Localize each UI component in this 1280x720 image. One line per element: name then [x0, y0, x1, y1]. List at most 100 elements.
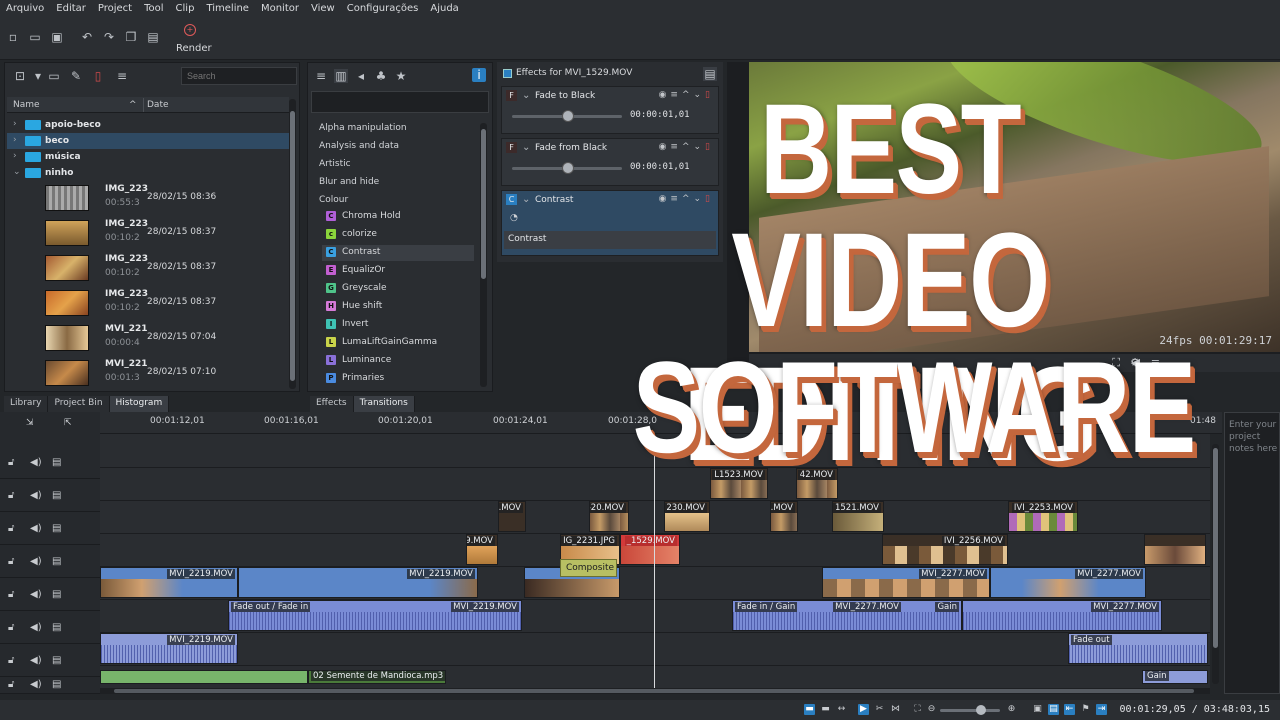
render-button[interactable]: Render	[176, 43, 212, 54]
menu-timeline[interactable]: Timeline	[200, 3, 255, 14]
info-icon[interactable]: i	[472, 68, 486, 82]
zoom-fit-icon[interactable]: ⇲	[26, 418, 34, 428]
mute-icon[interactable]: ◀)	[30, 490, 42, 501]
timeline-clip[interactable]: MVI_2277.MOV	[990, 567, 1146, 598]
lock-icon[interactable]: 🔓︎	[8, 523, 14, 534]
audio-clip[interactable]: MVI_2219.MOV	[100, 633, 238, 664]
edit-icon[interactable]: ✎	[69, 69, 83, 83]
ripple-icon[interactable]: ↔	[836, 704, 847, 715]
tab-histogram[interactable]: Histogram	[109, 396, 170, 412]
menu-icon[interactable]: ≡	[115, 69, 129, 83]
add-folder-icon[interactable]: ▭	[47, 69, 61, 83]
tab-project-bin[interactable]: Project Bin	[48, 396, 110, 412]
razor-tool-icon[interactable]: ✂	[874, 704, 885, 715]
custom-icon[interactable]: ♣	[374, 69, 388, 83]
copy-icon[interactable]: ❐	[124, 30, 138, 44]
composite-transition[interactable]: Composite	[560, 559, 617, 577]
menu-editar[interactable]: Editar	[50, 3, 92, 14]
effect-category[interactable]: Analysis and data	[319, 141, 399, 151]
effect-item[interactable]: C Contrast	[322, 245, 474, 261]
folder-row[interactable]: › apoio-beco	[7, 117, 289, 133]
split-icon[interactable]: ▬	[820, 704, 831, 715]
chevron-right-icon[interactable]: ›	[13, 151, 17, 161]
chevron-down-icon[interactable]: ⌄	[522, 90, 530, 101]
film-icon[interactable]: ▤	[52, 457, 61, 468]
effect-slider[interactable]	[512, 162, 622, 174]
timeline-clip[interactable]	[1144, 534, 1206, 565]
audio-clip[interactable]: Fade out / Fade in MVI_2219.MOV	[228, 600, 522, 631]
marker-icon[interactable]: ⚑	[1080, 704, 1091, 715]
column-date[interactable]: Date	[147, 100, 169, 110]
timeline-clip[interactable]: .MOV	[770, 501, 798, 532]
project-notes-field[interactable]: Enter your project notes here	[1224, 412, 1280, 694]
keyframe-icon[interactable]: ◔	[510, 213, 518, 223]
audio-clip[interactable]: Fade out	[1068, 633, 1208, 664]
open-folder-icon[interactable]: ▭	[28, 30, 42, 44]
film-icon[interactable]: ▤	[52, 556, 61, 567]
save-icon[interactable]: ▣	[50, 30, 64, 44]
zoom-fit-icon[interactable]: ⛶	[912, 704, 923, 715]
timeline-clip[interactable]: IVI_2256.MOV	[882, 534, 1008, 565]
timeline-clip[interactable]: MVI_2277.MOV	[822, 567, 990, 598]
grid-icon[interactable]: ▥	[334, 69, 348, 83]
zoom-slider[interactable]	[940, 705, 1000, 715]
undo-icon[interactable]: ↶	[80, 30, 94, 44]
menu-monitor[interactable]: Monitor	[255, 3, 305, 14]
audio-icon[interactable]: ◂	[354, 69, 368, 83]
audio-clip[interactable]: MVI_2277.MOV	[962, 600, 1162, 631]
timeline-clip[interactable]: .MOV	[498, 501, 526, 532]
tab-effects[interactable]: Effects	[310, 396, 354, 412]
effect-item[interactable]: G Greyscale	[322, 281, 474, 297]
select-tool-icon[interactable]: ▶	[858, 704, 869, 715]
zoom-out-icon[interactable]: ⊖	[926, 704, 937, 715]
mute-icon[interactable]: ◀)	[30, 457, 42, 468]
save-view-icon[interactable]: ▣	[1032, 704, 1043, 715]
list-item[interactable]: IMG_223 00:55:3 28/02/15 08:36	[7, 181, 289, 216]
menu-tool[interactable]: Tool	[138, 3, 169, 14]
timeline-clip[interactable]: -20.MOV	[589, 501, 629, 532]
mute-icon[interactable]: ◀)	[30, 655, 42, 666]
film-icon[interactable]: ▤	[52, 655, 61, 666]
enable-checkbox[interactable]	[503, 69, 512, 78]
menu-arquivo[interactable]: Arquivo	[0, 3, 50, 14]
effect-item[interactable]: H Hue shift	[322, 299, 474, 315]
chevron-down-icon[interactable]: ▾	[31, 69, 45, 83]
stack-menu-icon[interactable]: ▤	[703, 67, 717, 81]
menu-view[interactable]: View	[305, 3, 341, 14]
mute-icon[interactable]: ◀)	[30, 523, 42, 534]
tab-library[interactable]: Library	[4, 396, 49, 412]
effect-header[interactable]: F ⌄ Fade to Black ◉≡^⌄▯	[502, 87, 718, 105]
effects-scrollbar[interactable]	[480, 123, 487, 387]
effect-category[interactable]: Alpha manipulation	[319, 123, 407, 133]
film-icon[interactable]: ▤	[52, 523, 61, 534]
list-item[interactable]: IMG_223 00:10:2 28/02/15 08:37	[7, 251, 289, 286]
folder-row[interactable]: › beco	[7, 133, 289, 149]
timeline-clip[interactable]: 9.MOV	[466, 534, 498, 565]
film-icon[interactable]: ▤	[52, 679, 61, 690]
list-item[interactable]: MVI_221 00:01:3 28/02/15 07:10	[7, 356, 289, 391]
audio-clip[interactable]: Fade in / Gain MVI_2277.MOV Gain	[732, 600, 962, 631]
audio-clip[interactable]: 02 Semente de Mandioca.mp3	[308, 670, 446, 684]
list-icon[interactable]: ≡	[314, 69, 328, 83]
selected-timeline-clip[interactable]: _1529.MOV	[620, 534, 680, 565]
spacer-tool-icon[interactable]: ⋈	[890, 704, 901, 715]
menu-project[interactable]: Project	[92, 3, 138, 14]
effect-item[interactable]: L Luminance	[322, 353, 474, 369]
chevron-down-icon[interactable]: ⌄	[13, 167, 21, 177]
folder-row[interactable]: ⌄ ninho	[7, 165, 289, 181]
zoom-in-icon[interactable]: ⊕	[1006, 704, 1017, 715]
effect-item[interactable]: c colorize	[322, 227, 474, 243]
render-icon[interactable]: +	[184, 24, 196, 36]
effect-item[interactable]: I Invert	[322, 317, 474, 333]
track-icon[interactable]: ▬	[804, 704, 815, 715]
film-icon[interactable]: ▤	[52, 589, 61, 600]
list-item[interactable]: IMG_223 00:10:2 28/02/15 08:37	[7, 286, 289, 321]
tab-transitions[interactable]: Transitions	[353, 396, 415, 412]
lock-icon[interactable]: 🔓︎	[8, 556, 14, 567]
chevron-down-icon[interactable]: ⌄	[522, 194, 530, 205]
list-item[interactable]: MVI_221 00:00:4 28/02/15 07:04	[7, 321, 289, 356]
menu-clip[interactable]: Clip	[170, 3, 201, 14]
folder-row[interactable]: › música	[7, 149, 289, 165]
thumbnails-icon[interactable]: ▤	[1048, 704, 1059, 715]
redo-icon[interactable]: ↷	[102, 30, 116, 44]
